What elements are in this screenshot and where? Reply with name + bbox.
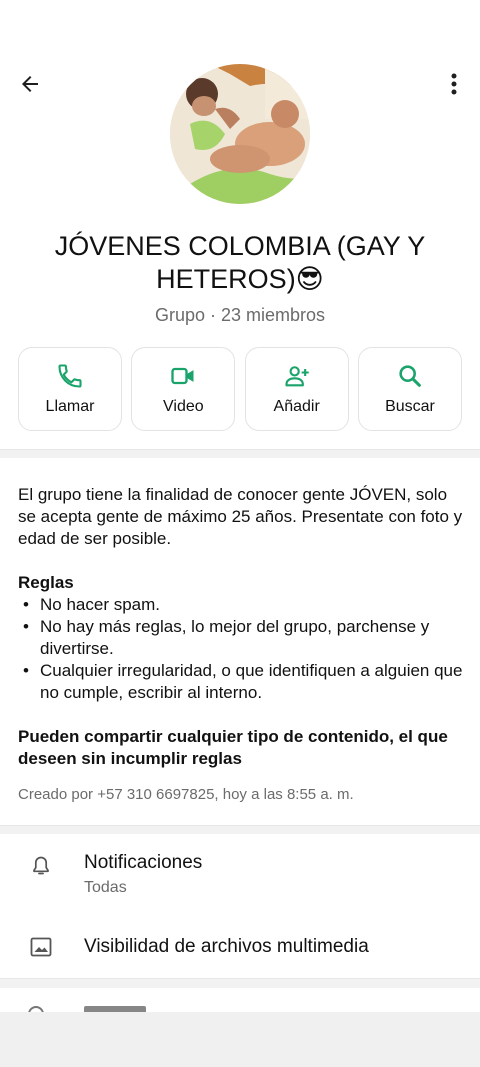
- video-button[interactable]: Video: [131, 347, 236, 431]
- group-avatar[interactable]: [170, 64, 310, 204]
- bell-icon: [28, 853, 54, 879]
- notifications-title: Notificaciones: [84, 852, 203, 873]
- rule-item: No hacer spam.: [18, 594, 464, 616]
- rules-list: No hacer spam. No hay más reglas, lo mej…: [18, 594, 464, 704]
- description-note: Pueden compartir cualquier tipo de conte…: [18, 727, 448, 768]
- group-description[interactable]: El grupo tiene la finalidad de conocer g…: [18, 484, 464, 770]
- video-label: Video: [163, 398, 204, 415]
- rules-title: Reglas: [18, 573, 74, 592]
- bottom-area: [0, 1012, 480, 1067]
- group-name: JÓVENES COLOMBIA (GAY Y HETEROS)😎: [54, 231, 426, 294]
- back-button[interactable]: [10, 64, 50, 104]
- section-divider: [0, 825, 480, 834]
- video-icon: [171, 367, 194, 385]
- add-member-label: Añadir: [273, 398, 320, 415]
- search-button[interactable]: Buscar: [357, 347, 462, 431]
- call-label: Llamar: [45, 398, 95, 415]
- search-label: Buscar: [385, 398, 435, 415]
- more-vertical-icon: [451, 73, 457, 95]
- notifications-value: Todas: [84, 879, 127, 896]
- add-member-button[interactable]: Añadir: [244, 347, 349, 431]
- arrow-left-icon: [22, 76, 38, 92]
- add-person-icon: [285, 366, 309, 387]
- section-divider: [0, 978, 480, 988]
- group-subtitle: Grupo · 23 miembros: [154, 305, 326, 325]
- media-visibility-setting[interactable]: Visibilidad de archivos multimedia: [0, 918, 480, 978]
- description-intro: El grupo tiene la finalidad de conocer g…: [18, 485, 463, 548]
- more-options-button[interactable]: [438, 64, 470, 104]
- group-photo: [170, 64, 310, 204]
- phone-icon: [58, 364, 82, 388]
- notifications-setting[interactable]: Notificaciones Todas: [0, 834, 480, 918]
- section-divider: [0, 449, 480, 458]
- media-visibility-title: Visibilidad de archivos multimedia: [84, 936, 369, 957]
- rule-item: Cualquier irregularidad, o que identifiq…: [18, 660, 464, 704]
- search-icon: [399, 365, 421, 387]
- call-button[interactable]: Llamar: [18, 347, 122, 431]
- image-icon: [28, 934, 54, 960]
- group-info-screen: JÓVENES COLOMBIA (GAY Y HETEROS)😎 Grupo …: [0, 0, 480, 1012]
- created-by-text: Creado por +57 310 6697825, hoy a las 8:…: [18, 786, 354, 803]
- rule-item: No hay más reglas, lo mejor del grupo, p…: [18, 616, 464, 660]
- action-buttons: Llamar Video Añadir Buscar: [18, 347, 462, 431]
